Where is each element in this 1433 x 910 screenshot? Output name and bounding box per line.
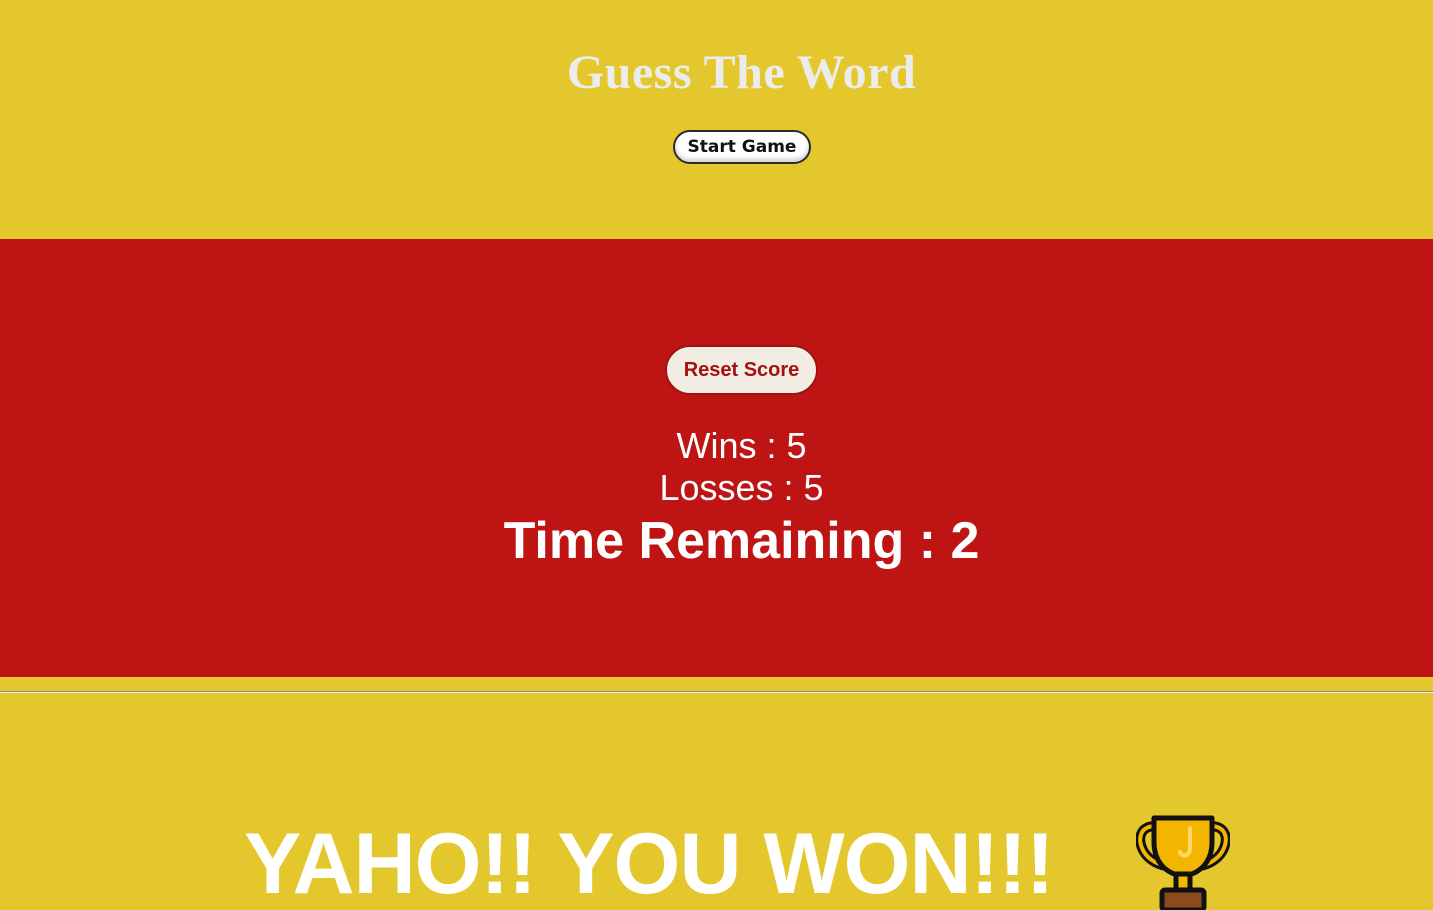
- horizontal-divider: [0, 691, 1433, 693]
- win-message: YAHO!! YOU WON!!!: [244, 816, 1055, 910]
- score-panel: Reset Score Wins : 5 Losses : 5 Time Rem…: [0, 239, 1433, 677]
- losses-count: Losses : 5: [659, 467, 824, 508]
- reset-score-button[interactable]: Reset Score: [665, 345, 818, 395]
- trophy-icon: [1136, 815, 1230, 910]
- header-section: Guess The Word Start Game: [0, 0, 1433, 239]
- start-game-button[interactable]: Start Game: [673, 130, 811, 164]
- time-remaining: Time Remaining : 2: [503, 512, 980, 570]
- wins-count: Wins : 5: [676, 425, 807, 466]
- win-banner: YAHO!! YOU WON!!!: [0, 806, 1433, 910]
- page-title: Guess The Word: [566, 46, 917, 99]
